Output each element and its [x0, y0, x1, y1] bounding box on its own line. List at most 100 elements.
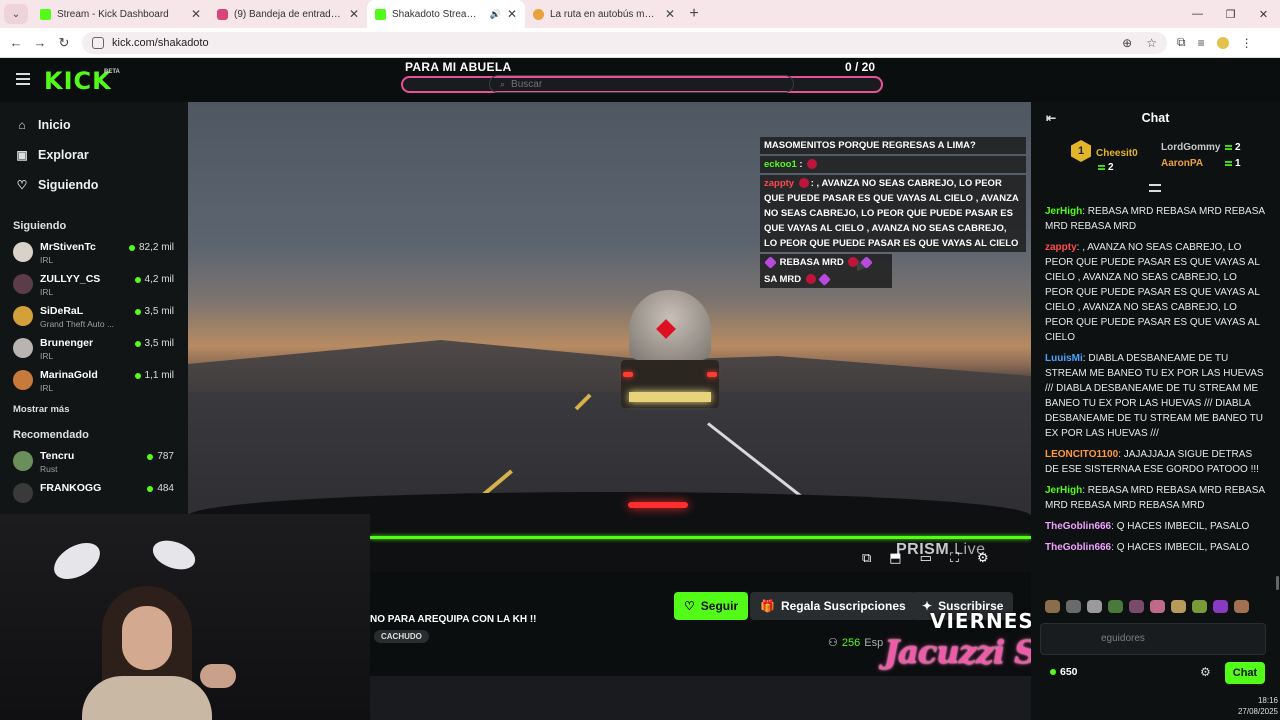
browser-tabstrip: ⌄ Stream - Kick Dashboard ✕ (9) Bandeja … [0, 0, 1280, 28]
sidebar-channel[interactable]: Tencru Rust 787 [0, 447, 188, 479]
sidebar-nav-home[interactable]: ⌂ Inicio [0, 110, 188, 140]
emote-icon[interactable] [1213, 600, 1228, 613]
sidebar-channel[interactable]: MarinaGold IRL 1,1 mil [0, 366, 188, 398]
live-dot-icon [147, 485, 154, 492]
viewer-count: 4,2 mil [134, 274, 174, 285]
search-icon: ⌕ [500, 78, 506, 89]
home-icon: ⌂ [18, 118, 26, 132]
close-tab-icon[interactable]: ✕ [665, 7, 675, 21]
collapse-leaderboard-icon[interactable] [1149, 184, 1161, 192]
close-tab-icon[interactable]: ✕ [191, 7, 201, 21]
forward-icon[interactable]: → [28, 31, 52, 55]
gift-icon [1225, 161, 1232, 166]
chat-message: TheGoblin666: Q HACES IMBECIL, PASALO [1045, 542, 1250, 553]
close-tab-icon[interactable]: ✕ [349, 7, 359, 21]
overlay-chat-message: zappty : , AVANZA NO SEAS CABREJO, LO PE… [760, 175, 1026, 252]
picture-in-picture-icon[interactable]: ⧉ [862, 550, 871, 566]
emote-icon [860, 256, 874, 269]
tab-search-icon[interactable]: ⌄ [4, 4, 28, 24]
audio-icon[interactable]: 🔊 [490, 9, 501, 20]
tab-title: Shakadoto Stream - Watch [392, 8, 484, 20]
chat-message: LEONCITO1100: JAJAJJAJA SIGUE DETRAS DE … [1045, 449, 1259, 475]
close-tab-icon[interactable]: ✕ [507, 7, 517, 21]
overlay-goal-title: PARA MI ABUELA [405, 60, 512, 74]
hamburger-menu-icon[interactable] [16, 73, 30, 85]
media-icon[interactable]: ≡ [1198, 36, 1205, 50]
emote-icon[interactable] [1045, 600, 1060, 613]
leader-name[interactable]: LordGommy [1161, 142, 1220, 153]
sidebar-channel[interactable]: FRANKOGG 484 [0, 479, 188, 511]
chat-input[interactable]: eguidores [1040, 623, 1266, 655]
chat-settings-icon[interactable]: ⚙ [1200, 665, 1211, 679]
settings-gear-icon[interactable]: ⚙ [977, 550, 989, 566]
extension-icon[interactable] [1216, 36, 1229, 49]
show-more-link[interactable]: Mostrar más [0, 398, 188, 421]
live-dot-icon [128, 244, 135, 251]
taskbar-clock: 18:16 27/08/2025 [1237, 696, 1278, 716]
sidebar-channel[interactable]: SiDeRaL Grand Theft Auto ... 3,5 mil [0, 302, 188, 334]
overlay-goal-count: 0 / 20 [845, 60, 876, 74]
search-input[interactable]: ⌕ Buscar [489, 75, 794, 93]
emote-icon[interactable] [1087, 600, 1102, 613]
channel-avatar [13, 306, 33, 326]
page-bottom-strip [370, 676, 1031, 720]
chat-scrollbar[interactable] [1276, 576, 1279, 590]
menu-icon[interactable]: ⋮ [1241, 36, 1253, 50]
send-chat-button[interactable]: Chat [1225, 662, 1265, 684]
theater-mode-icon[interactable]: ▭ [920, 550, 932, 566]
leader-name[interactable]: Cheesit0 [1096, 148, 1138, 159]
emote-icon [807, 159, 818, 170]
viewer-count: 484 [147, 483, 174, 494]
emote-icon[interactable] [1129, 600, 1144, 613]
heart-icon: ♡ [16, 178, 28, 192]
sidebar-nav-explore[interactable]: ▣ Explorar [0, 140, 188, 170]
restore-icon[interactable]: ❐ [1214, 0, 1247, 28]
emote-icon[interactable] [1171, 600, 1186, 613]
tail-light [707, 372, 717, 377]
browser-tab-4[interactable]: La ruta en autobús más larga de ✕ [525, 0, 683, 28]
gift-leaderboard: 1 Cheesit0 2 LordGommy 2 AaronPA 1 [1031, 134, 1280, 180]
sidebar-channel[interactable]: ZULLYY_CS IRL 4,2 mil [0, 270, 188, 302]
channel-avatar [13, 370, 33, 390]
sidebar-channel[interactable]: MrStivenTc IRL 82,2 mil [0, 238, 188, 270]
back-icon[interactable]: ← [4, 31, 28, 55]
channel-category: IRL [40, 287, 54, 297]
site-info-icon[interactable] [92, 36, 104, 49]
follow-button[interactable]: ♡ Seguir [674, 592, 749, 620]
emote-icon[interactable] [1150, 600, 1165, 613]
bookmark-star-icon[interactable]: ☆ [1146, 36, 1157, 50]
globe-favicon-icon [533, 8, 544, 20]
kick-logo[interactable]: KICK [44, 67, 112, 95]
close-window-icon[interactable]: ✕ [1247, 0, 1280, 28]
recommended-heading: Recomendado [13, 429, 89, 441]
browser-tab-1[interactable]: Stream - Kick Dashboard ✕ [32, 0, 209, 28]
new-tab-icon[interactable]: + [683, 5, 705, 23]
emote-icon[interactable] [1234, 600, 1249, 613]
reload-icon[interactable]: ↻ [52, 31, 76, 55]
stream-progress-bar[interactable] [370, 536, 1031, 539]
extensions-icon[interactable]: ⧉ [1177, 35, 1186, 50]
chat-message: LuuisMi: DIABLA DESBANEAME DE TU STREAM … [1045, 353, 1264, 439]
clip-icon[interactable]: ⬒ [889, 550, 901, 566]
emote-icon[interactable] [1192, 600, 1207, 613]
channel-avatar [13, 483, 33, 503]
sidebar-channel[interactable]: Brunenger IRL 3,5 mil [0, 334, 188, 366]
sidebar-nav-following[interactable]: ♡ Siguiendo [0, 170, 188, 200]
zoom-icon[interactable]: ⊕ [1122, 36, 1132, 50]
url-field[interactable]: kick.com/shakadoto ⊕ ☆ [82, 31, 1167, 54]
emote-icon[interactable] [1108, 600, 1123, 613]
fullscreen-icon[interactable]: ⛶ [950, 550, 959, 566]
channel-avatar [13, 451, 33, 471]
rank-badge: 1 [1071, 140, 1091, 162]
stream-tag[interactable]: CACHUDO [374, 630, 429, 643]
emote-icon[interactable] [1066, 600, 1081, 613]
browser-tab-3[interactable]: Shakadoto Stream - Watch 🔊 ✕ [367, 0, 525, 28]
channel-points[interactable]: 650 [1050, 666, 1078, 678]
leader-name[interactable]: AaronPA [1161, 158, 1203, 169]
browser-tab-2[interactable]: (9) Bandeja de entrada • Chats ✕ [209, 0, 367, 28]
minimize-icon[interactable]: — [1181, 0, 1214, 28]
search-box[interactable]: ⌕ Buscar [401, 75, 883, 93]
beta-badge: BETA [104, 69, 120, 75]
gift-subs-button[interactable]: 🎁 Regala Suscripciones [750, 592, 916, 620]
collapse-chat-icon[interactable]: ⇤ [1046, 111, 1056, 125]
